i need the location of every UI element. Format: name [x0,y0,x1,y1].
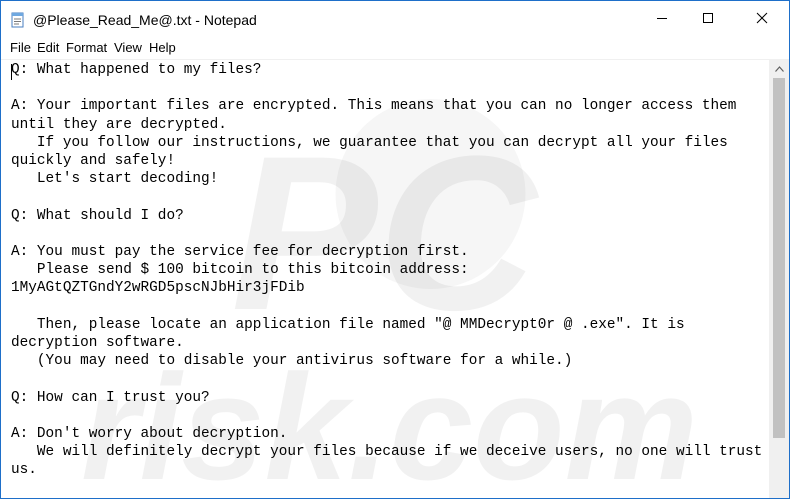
menu-file[interactable]: File [10,40,31,55]
document-text[interactable]: Q: What happened to my files? A: Your im… [11,61,762,480]
scroll-up-button[interactable] [769,59,789,76]
text-editor[interactable]: Q: What happened to my files? A: Your im… [1,59,769,498]
scrollbar-thumb[interactable] [773,78,785,438]
close-icon [756,11,768,29]
scroll-up-arrow-icon [774,59,784,77]
menu-edit[interactable]: Edit [37,40,59,55]
menu-view[interactable]: View [114,40,142,55]
minimize-icon [656,11,668,29]
text-caret [11,64,12,80]
maximize-icon [702,11,714,29]
close-button[interactable] [739,1,785,39]
maximize-button[interactable] [685,1,731,39]
window-title: @Please_Read_Me@.txt - Notepad [33,12,257,28]
notepad-window: @Please_Read_Me@.txt - Notepad File Edit… [0,0,790,499]
menu-format[interactable]: Format [66,40,107,55]
vertical-scrollbar[interactable] [769,59,789,498]
minimize-button[interactable] [639,1,685,39]
menu-help[interactable]: Help [149,40,176,55]
notepad-icon[interactable] [10,12,26,28]
menu-bar: File Edit Format View Help [1,39,789,58]
title-bar[interactable]: @Please_Read_Me@.txt - Notepad [1,1,789,39]
